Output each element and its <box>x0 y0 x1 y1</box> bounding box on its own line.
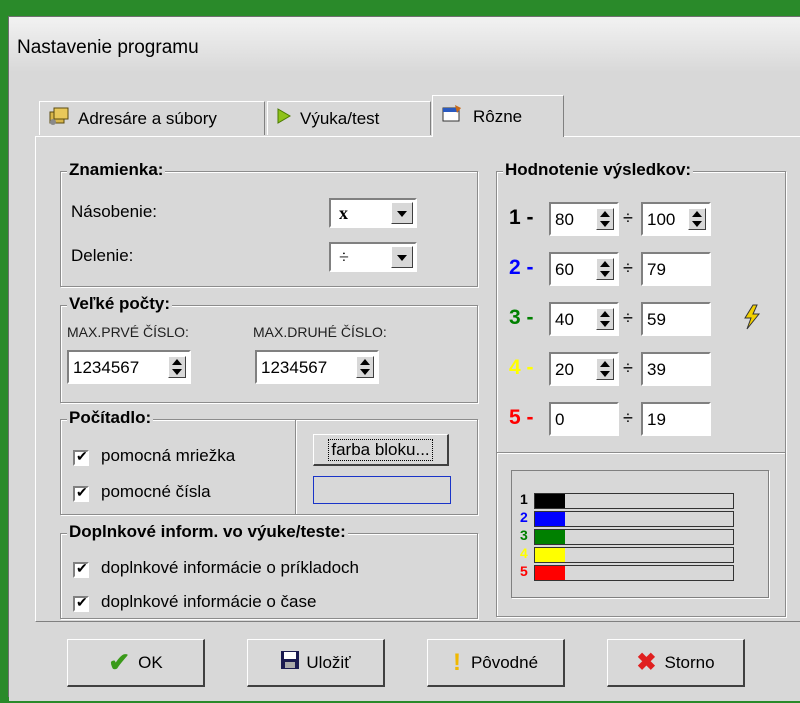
chevron-down-icon[interactable] <box>391 202 413 224</box>
grading-divider <box>497 452 785 453</box>
abacus-group: Počítadlo: pomocná mriežka pomocné čísla… <box>60 408 478 515</box>
tab-lesson-test[interactable]: Výuka/test <box>267 101 431 135</box>
settings-window-icon <box>441 103 465 130</box>
bar-1-label: 1 <box>520 491 528 507</box>
abacus-legend: Počítadlo: <box>67 408 154 428</box>
grade-4-to[interactable]: 39 <box>641 352 711 386</box>
block-color-button[interactable]: farba bloku... <box>313 434 449 466</box>
bar-1-fill <box>535 494 565 508</box>
tab-directories[interactable]: Adresáre a súbory <box>39 101 265 135</box>
cancel-button[interactable]: ✖ Storno <box>607 639 745 687</box>
grid-checkbox[interactable] <box>73 448 89 466</box>
grade-3-to[interactable]: 59 <box>641 302 711 336</box>
spinner-arrows-icon[interactable] <box>596 308 614 330</box>
numbers-checkbox-label: pomocné čísla <box>101 482 211 501</box>
default-button[interactable]: ! Pôvodné <box>427 639 565 687</box>
grade-4-divider: ÷ <box>623 358 633 378</box>
play-arrow-icon <box>276 107 292 130</box>
bar-2-fill <box>535 512 565 526</box>
grade-4-label: 4 - <box>509 356 534 379</box>
bar-1 <box>534 493 734 509</box>
floppy-disk-icon <box>280 650 300 675</box>
division-select[interactable]: ÷ <box>329 242 417 272</box>
title-bar: Nastavenie programu <box>9 17 800 71</box>
tab-label: Výuka/test <box>300 108 380 128</box>
grade-1-to[interactable]: 100 <box>641 202 711 236</box>
tab-panel: Znamienka: Násobenie: x Delenie: ÷ Veľké… <box>35 136 800 622</box>
extra-info-legend: Doplnkové inform. vo výuke/teste: <box>67 522 348 542</box>
max-first-input[interactable]: 1234567 <box>67 350 191 384</box>
numbers-checkbox[interactable] <box>73 484 89 502</box>
grade-1-divider: ÷ <box>623 208 633 228</box>
grade-5-to[interactable]: 19 <box>641 402 711 436</box>
dialog-body: Adresáre a súbory Výuka/test Rôzne Znami… <box>9 71 800 701</box>
grade-1-label: 1 - <box>509 206 534 229</box>
button-bar: ✔ OK Uložiť ! Pôvodné ✖ Storno <box>9 623 800 703</box>
spinner-arrows-icon[interactable] <box>596 358 614 380</box>
folders-icon <box>48 106 70 131</box>
grade-1-from[interactable]: 80 <box>549 202 619 236</box>
multiplication-select[interactable]: x <box>329 198 417 228</box>
multiplication-label: Násobenie: <box>71 202 158 221</box>
window-title: Nastavenie programu <box>17 37 199 58</box>
grade-2-from[interactable]: 60 <box>549 252 619 286</box>
spinner-arrows-icon[interactable] <box>356 356 374 378</box>
large-numbers-legend: Veľké počty: <box>67 294 173 314</box>
signs-group: Znamienka: Násobenie: x Delenie: ÷ <box>60 160 478 287</box>
spinner-arrows-icon[interactable] <box>168 356 186 378</box>
max-first-label: MAX.PRVÉ ČÍSLO: <box>67 324 189 340</box>
close-icon: ✖ <box>636 649 657 676</box>
grade-3-divider: ÷ <box>623 308 633 328</box>
bar-4-fill <box>535 548 565 562</box>
time-info-label: doplnkové informácie o čase <box>101 592 317 611</box>
division-label: Delenie: <box>71 246 134 265</box>
grade-3-from[interactable]: 40 <box>549 302 619 336</box>
bar-3-label: 3 <box>520 527 528 543</box>
chevron-down-icon[interactable] <box>391 246 413 268</box>
grade-colors-preview: 1 2 3 4 5 <box>511 470 769 598</box>
grade-3-label: 3 - <box>509 306 534 329</box>
extra-info-group: Doplnkové inform. vo výuke/teste: doplnk… <box>60 522 478 619</box>
bar-5-label: 5 <box>520 563 528 579</box>
signs-legend: Znamienka: <box>67 160 166 180</box>
bar-2 <box>534 511 734 527</box>
tab-misc[interactable]: Rôzne <box>432 95 564 137</box>
grade-2-to[interactable]: 79 <box>641 252 711 286</box>
bar-4-label: 4 <box>520 545 528 561</box>
bar-5 <box>534 565 734 581</box>
ok-button[interactable]: ✔ OK <box>67 639 205 687</box>
time-info-checkbox[interactable] <box>73 594 89 612</box>
bar-4 <box>534 547 734 563</box>
abacus-divider <box>295 420 296 514</box>
lightning-icon[interactable] <box>741 304 763 335</box>
grading-legend: Hodnotenie výsledkov: <box>503 160 694 180</box>
checkmark-icon: ✔ <box>108 647 131 677</box>
grading-group: Hodnotenie výsledkov: 1 - 80 ÷ 100 2 - 6… <box>496 160 786 617</box>
settings-window: Nastavenie programu Adresáre a súbory Vý… <box>8 16 800 701</box>
spinner-arrows-icon[interactable] <box>688 208 706 230</box>
examples-info-checkbox[interactable] <box>73 560 89 578</box>
grade-2-divider: ÷ <box>623 258 633 278</box>
grade-4-from[interactable]: 20 <box>549 352 619 386</box>
spinner-arrows-icon[interactable] <box>596 208 614 230</box>
large-numbers-group: Veľké počty: MAX.PRVÉ ČÍSLO: MAX.DRUHÉ Č… <box>60 294 478 403</box>
grade-5-label: 5 - <box>509 406 534 429</box>
save-button[interactable]: Uložiť <box>247 639 385 687</box>
exclamation-icon: ! <box>452 648 461 676</box>
bar-3-fill <box>535 530 565 544</box>
grid-checkbox-label: pomocná mriežka <box>101 446 236 465</box>
bar-5-fill <box>535 566 565 580</box>
grade-5-divider: ÷ <box>623 408 633 428</box>
tab-label: Adresáre a súbory <box>78 108 217 128</box>
max-second-input[interactable]: 1234567 <box>255 350 379 384</box>
block-color-swatch <box>313 476 451 504</box>
grade-5-from[interactable]: 0 <box>549 402 619 436</box>
max-second-label: MAX.DRUHÉ ČÍSLO: <box>253 324 387 340</box>
bar-2-label: 2 <box>520 509 528 525</box>
examples-info-label: doplnkové informácie o príkladoch <box>101 558 359 577</box>
grade-2-label: 2 - <box>509 256 534 279</box>
bar-3 <box>534 529 734 545</box>
tab-label: Rôzne <box>473 106 523 126</box>
spinner-arrows-icon[interactable] <box>596 258 614 280</box>
